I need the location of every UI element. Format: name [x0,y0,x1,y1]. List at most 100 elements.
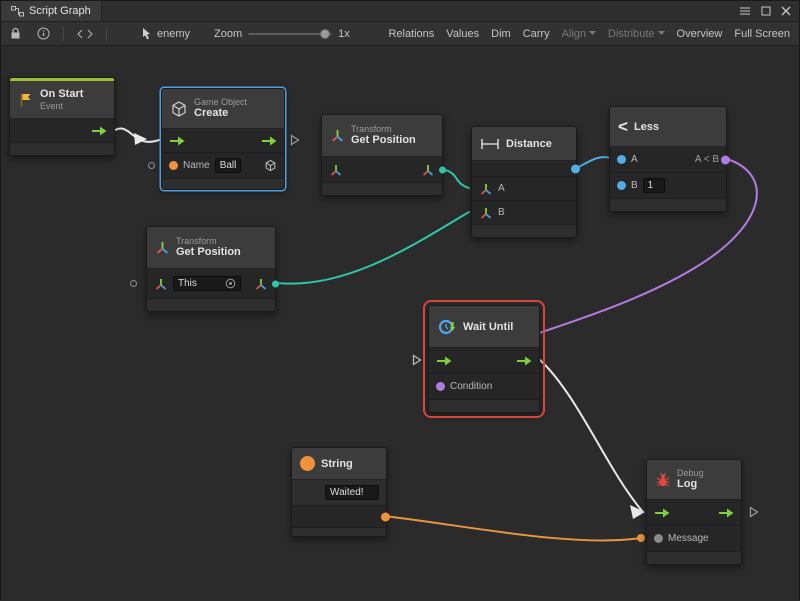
node-title: Wait Until [463,321,513,333]
unconnected-flow-triangle[interactable] [290,134,300,146]
node-header: On Start Event [10,81,114,119]
vector-output-icon[interactable] [254,277,268,291]
game-object-picker-icon[interactable] [264,159,277,172]
node-get-position-bottom[interactable]: Transform Get Position This [146,226,276,312]
less-input-b-port[interactable] [617,181,626,190]
zoom-value: 1x [338,28,350,40]
string-value-field[interactable]: Waited! [325,485,379,500]
node-title: Create [194,107,247,120]
fullscreen-button[interactable]: Full Screen [729,26,795,42]
toolbar-divider [63,27,64,41]
wire-waituntil-to-debuglog[interactable] [540,360,643,512]
less-icon: < [618,118,628,135]
transform-icon [155,240,170,255]
input-a-label: A [631,154,638,165]
distance-output-port[interactable] [571,164,580,173]
align-button[interactable]: Align [557,26,601,42]
vector-output-icon[interactable] [421,163,435,177]
vector-input-icon[interactable] [479,182,493,196]
flag-icon [18,92,34,108]
flow-output-port[interactable] [261,136,277,146]
node-footer [472,225,576,237]
carry-button[interactable]: Carry [518,26,555,42]
values-button[interactable]: Values [441,26,484,42]
name-input-port[interactable] [169,161,178,170]
input-b-label: B [631,180,638,191]
unconnected-flow-triangle[interactable] [412,354,422,366]
wire-getposition-to-distance-b[interactable] [277,212,469,284]
input-b-label: B [498,207,505,218]
flow-input-port[interactable] [169,136,185,146]
code-view-button[interactable] [72,27,98,41]
string-output-port[interactable] [381,512,390,521]
wire-getposition-to-distance-a[interactable] [442,169,469,188]
message-input-port[interactable] [654,534,663,543]
node-category: Transform [176,236,241,246]
input-b-field[interactable]: 1 [643,178,665,193]
overview-button[interactable]: Overview [672,26,728,42]
wait-until-icon [437,317,457,337]
string-icon [300,456,315,471]
zoom-slider[interactable] [248,33,332,35]
self-target-dropdown[interactable]: This [173,276,241,291]
vector-input-icon[interactable] [479,206,493,220]
window-controls [731,1,799,21]
window-menu-icon[interactable] [739,6,751,16]
graph-owner: enemy [141,27,190,41]
position-output-port[interactable] [272,280,279,287]
node-footer [292,528,386,536]
transform-input-icon[interactable] [329,163,343,177]
relations-button[interactable]: Relations [383,26,439,42]
node-distance[interactable]: Distance A B [471,126,577,238]
wire-endpoint [637,534,645,542]
node-title: String [321,458,353,470]
maximize-icon[interactable] [761,6,771,16]
node-header: Transform Get Position [322,115,442,157]
node-category: Debug [677,468,704,478]
node-string[interactable]: String Waited! [291,447,387,537]
position-output-port[interactable] [439,166,446,173]
name-field[interactable]: Ball [215,158,242,173]
node-title: Get Position [176,246,241,259]
node-wait-until[interactable]: Wait Until Condition [428,305,540,413]
distribute-label: Distribute [608,28,654,40]
less-input-a-port[interactable] [617,155,626,164]
code-icon [77,29,93,39]
node-footer [162,179,284,189]
unconnected-port-circle[interactable] [130,280,137,287]
condition-input-port[interactable] [436,382,445,391]
flow-input-port[interactable] [654,508,670,518]
info-button[interactable] [32,25,55,42]
node-footer [429,400,539,412]
flow-output-port[interactable] [516,356,532,366]
flow-input-port[interactable] [436,356,452,366]
node-less[interactable]: < Less A A < B B 1 [609,106,727,212]
tab-script-graph[interactable]: Script Graph [1,1,102,21]
node-game-object-create[interactable]: Game Object Create Name Ball [161,88,285,190]
unconnected-port-circle[interactable] [148,162,155,169]
lock-button[interactable] [5,25,26,42]
node-footer [147,299,275,311]
bug-icon [655,472,671,488]
node-on-start-event[interactable]: On Start Event [9,77,115,156]
node-category: Transform [351,124,416,134]
close-icon[interactable] [781,6,791,16]
message-label: Message [668,533,709,544]
flow-output-port[interactable] [718,508,734,518]
wire-arrowhead-icon [630,505,645,519]
less-output-port[interactable] [721,155,730,164]
toolbar-divider [106,27,107,41]
dim-button[interactable]: Dim [486,26,516,42]
flow-output-port[interactable] [91,126,107,136]
graph-toolbar: enemy Zoom 1x Relations Values Dim Carry… [1,22,799,46]
node-debug-log[interactable]: Debug Log Message [646,459,742,565]
transform-input-icon[interactable] [154,277,168,291]
object-name: enemy [157,28,190,40]
wire-string-to-debuglog-message[interactable] [384,516,641,540]
distribute-button[interactable]: Distribute [603,26,669,42]
unconnected-flow-triangle[interactable] [749,506,759,518]
zoom-slider-handle[interactable] [320,29,330,39]
comparison-output-label: A < B [695,154,719,165]
node-get-position-top[interactable]: Transform Get Position [321,114,443,196]
graph-canvas[interactable]: On Start Event Game Object Create [1,46,799,601]
